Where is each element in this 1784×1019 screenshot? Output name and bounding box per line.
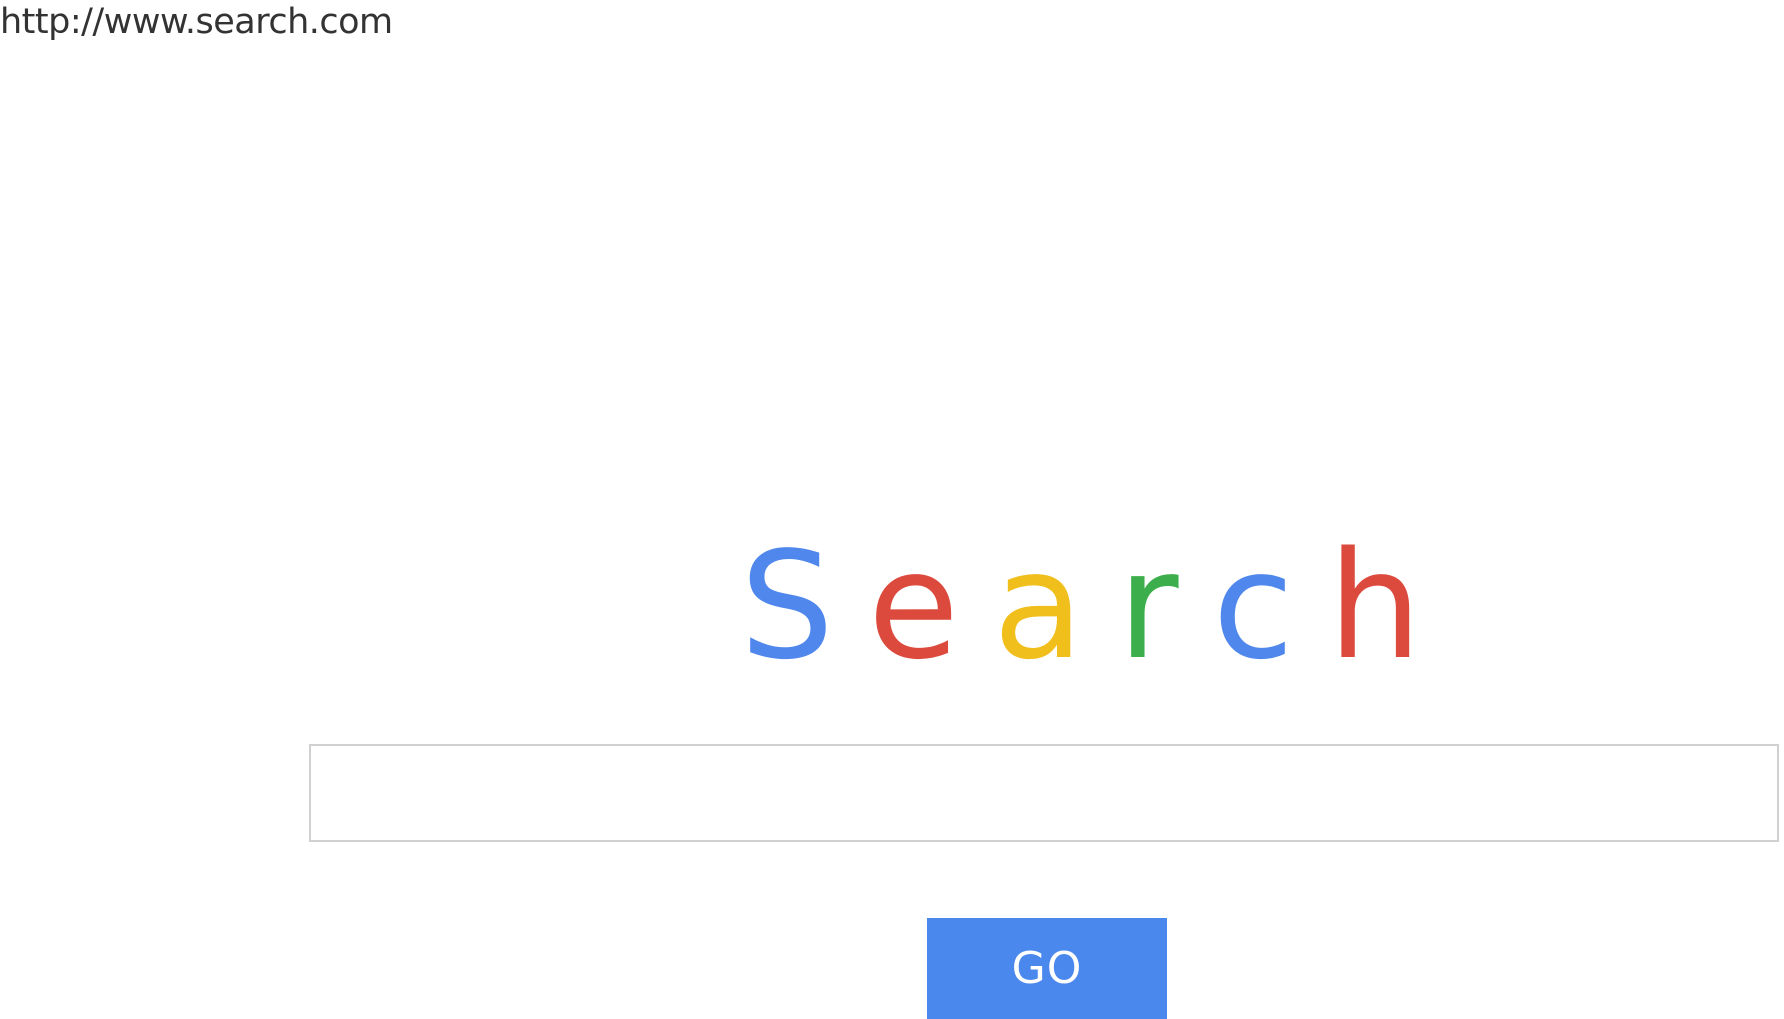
logo-letter-a: a	[993, 520, 1118, 692]
search-input[interactable]	[309, 744, 1779, 842]
logo-letter-e: e	[867, 520, 994, 692]
search-logo: S e a r c h	[740, 530, 1456, 680]
go-button[interactable]: GO	[927, 918, 1167, 1019]
logo-letter-s: S	[740, 520, 868, 692]
logo-letter-h: h	[1327, 520, 1456, 692]
logo-letter-c: c	[1212, 520, 1328, 692]
address-bar-url[interactable]: http://www.search.com	[0, 0, 393, 44]
logo-letter-r: r	[1117, 520, 1213, 692]
search-page: http://www.search.com S e a r c h GO	[0, 0, 1784, 1019]
